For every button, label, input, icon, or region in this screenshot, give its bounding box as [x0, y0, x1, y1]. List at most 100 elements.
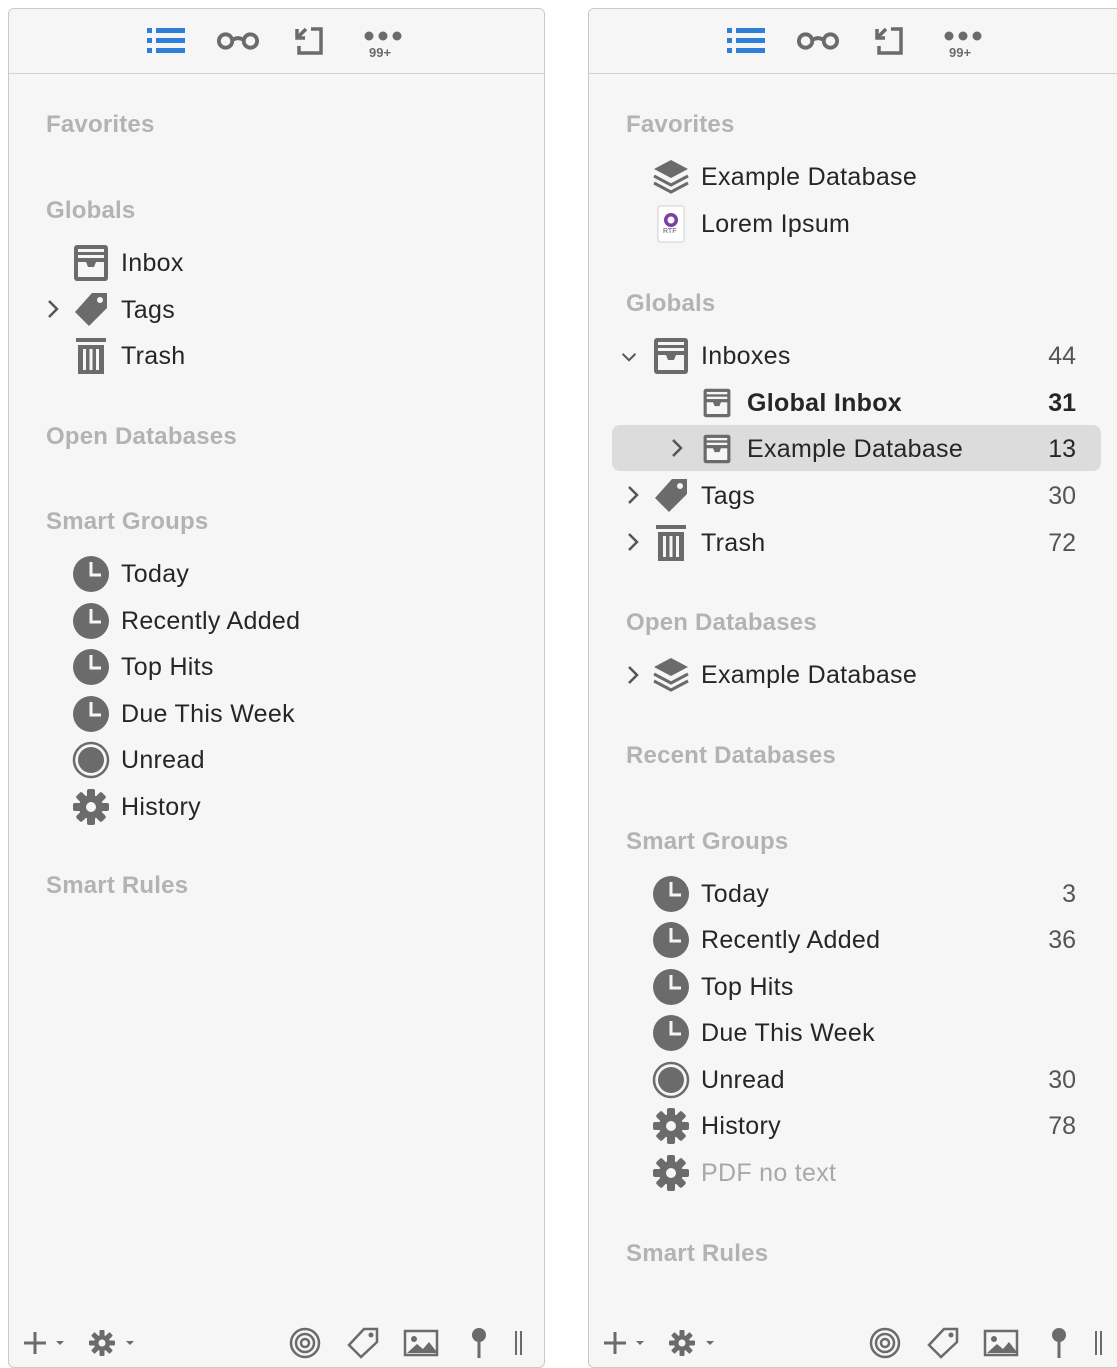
sidebar-bottom-bar	[9, 1317, 544, 1367]
clock-icon	[71, 554, 111, 594]
section-smart-rules: Smart Rules	[46, 872, 189, 899]
smart-group-today[interactable]: Today 3	[651, 872, 1076, 916]
smart-group-today[interactable]: Today	[71, 552, 511, 596]
more-icon[interactable]: 99+	[939, 23, 983, 60]
glasses-icon[interactable]	[796, 23, 840, 59]
inbox-icon	[651, 336, 691, 376]
image-icon[interactable]	[981, 1325, 1021, 1361]
smart-group-due-this-week[interactable]: Due This Week	[71, 692, 511, 736]
sidebar-handle-icon[interactable]	[509, 1325, 529, 1361]
smart-group-label: Today	[121, 559, 190, 588]
item-count: 30	[1048, 481, 1076, 510]
chevron-right-icon[interactable]	[625, 663, 641, 687]
sidebar-item-label: Tags	[121, 295, 176, 324]
clock-icon	[71, 601, 111, 641]
smart-group-unread[interactable]: Unread	[71, 738, 511, 782]
smart-group-label: Recently Added	[701, 925, 881, 954]
clock-icon	[71, 694, 111, 734]
add-icon[interactable]	[601, 1325, 649, 1361]
item-count: 72	[1048, 528, 1076, 557]
smart-group-recently-added[interactable]: Recently Added	[71, 599, 511, 643]
sidebar-item-inboxes[interactable]: Inboxes 44	[651, 334, 1076, 378]
gear-menu-icon[interactable]	[667, 1325, 719, 1361]
item-count: 30	[1048, 1065, 1076, 1094]
inbox-icon	[71, 243, 111, 283]
pin-icon[interactable]	[1041, 1325, 1077, 1361]
tag-icon	[71, 290, 111, 330]
smart-group-label: Top Hits	[701, 972, 794, 1001]
sidebar-item-tags[interactable]: Tags	[71, 288, 511, 332]
smart-group-label: Unread	[121, 745, 205, 774]
smart-group-label: Due This Week	[121, 699, 295, 728]
clock-icon	[651, 920, 691, 960]
open-database-example-database[interactable]: Example Database	[651, 653, 1076, 697]
glasses-icon[interactable]	[216, 23, 260, 59]
smart-group-history[interactable]: History 78	[651, 1104, 1076, 1148]
gear-icon	[71, 787, 111, 827]
database-stack-icon	[651, 157, 691, 197]
rtf-document-icon: RTF	[651, 204, 691, 244]
database-label: Example Database	[701, 660, 918, 689]
sidebar-item-inbox[interactable]: Inbox	[71, 241, 511, 285]
tag-icon[interactable]	[343, 1325, 383, 1361]
item-count: 31	[1048, 388, 1076, 417]
favorite-example-database[interactable]: Example Database	[651, 155, 1091, 199]
section-smart-groups: Smart Groups	[46, 508, 209, 535]
smart-group-pdf-no-text[interactable]: PDF no text	[651, 1151, 1076, 1195]
sidebar-item-label: Global Inbox	[747, 388, 902, 417]
pin-icon[interactable]	[461, 1325, 497, 1361]
list-view-icon[interactable]	[145, 23, 189, 59]
favorite-label: Lorem Ipsum	[701, 209, 851, 238]
badge-count: 99+	[369, 45, 392, 60]
tag-icon	[651, 476, 691, 516]
item-count: 13	[1048, 434, 1076, 463]
target-icon[interactable]	[285, 1325, 325, 1361]
sidebar-item-trash[interactable]: Trash	[71, 334, 511, 378]
chevron-right-icon[interactable]	[625, 530, 641, 554]
sidebar-item-global-inbox[interactable]: Global Inbox 31	[697, 381, 1076, 425]
trash-icon	[71, 336, 111, 376]
smart-group-due-this-week[interactable]: Due This Week	[651, 1011, 1076, 1055]
sidebar-item-trash[interactable]: Trash 72	[651, 521, 1076, 565]
chevron-right-icon[interactable]	[669, 436, 685, 460]
sidebar-item-tags[interactable]: Tags 30	[651, 474, 1076, 518]
smart-group-unread[interactable]: Unread 30	[651, 1058, 1076, 1102]
unread-circle-icon	[651, 1060, 691, 1100]
clock-icon	[651, 1013, 691, 1053]
chevron-down-icon[interactable]	[621, 345, 637, 369]
favorite-lorem-ipsum[interactable]: RTF Lorem Ipsum	[651, 202, 1091, 246]
section-open-databases: Open Databases	[626, 609, 817, 636]
smart-group-recently-added[interactable]: Recently Added 36	[651, 918, 1076, 962]
item-count: 36	[1048, 925, 1076, 954]
list-view-icon[interactable]	[725, 23, 769, 59]
import-icon[interactable]	[287, 23, 331, 59]
smart-group-top-hits[interactable]: Top Hits	[651, 965, 1076, 1009]
sidebar-item-example-database-inbox[interactable]: Example Database 13	[697, 427, 1076, 471]
more-icon[interactable]: 99+	[359, 23, 403, 60]
import-icon[interactable]	[867, 23, 911, 59]
add-icon[interactable]	[21, 1325, 69, 1361]
section-favorites: Favorites	[626, 111, 735, 138]
chevron-right-icon[interactable]	[625, 483, 641, 507]
inbox-icon	[697, 429, 737, 469]
smart-group-label: Top Hits	[121, 652, 214, 681]
smart-group-top-hits[interactable]: Top Hits	[71, 645, 511, 689]
section-globals: Globals	[46, 197, 136, 224]
chevron-right-icon[interactable]	[45, 297, 61, 321]
gear-icon	[651, 1106, 691, 1146]
tag-icon[interactable]	[923, 1325, 963, 1361]
sidebar-item-label: Trash	[701, 528, 766, 557]
unread-circle-icon	[71, 740, 111, 780]
badge-count: 99+	[949, 45, 972, 60]
gear-icon	[651, 1153, 691, 1193]
sidebar-item-label: Example Database	[747, 434, 964, 463]
item-count: 3	[1062, 879, 1076, 908]
sidebar-panel-left: 99+ Favorites Globals Inbox Tags Trash O…	[8, 8, 545, 1368]
gear-menu-icon[interactable]	[87, 1325, 139, 1361]
trash-icon	[651, 523, 691, 563]
sidebar-handle-icon[interactable]	[1089, 1325, 1109, 1361]
image-icon[interactable]	[401, 1325, 441, 1361]
smart-group-label: Recently Added	[121, 606, 301, 635]
target-icon[interactable]	[865, 1325, 905, 1361]
smart-group-history[interactable]: History	[71, 785, 511, 829]
